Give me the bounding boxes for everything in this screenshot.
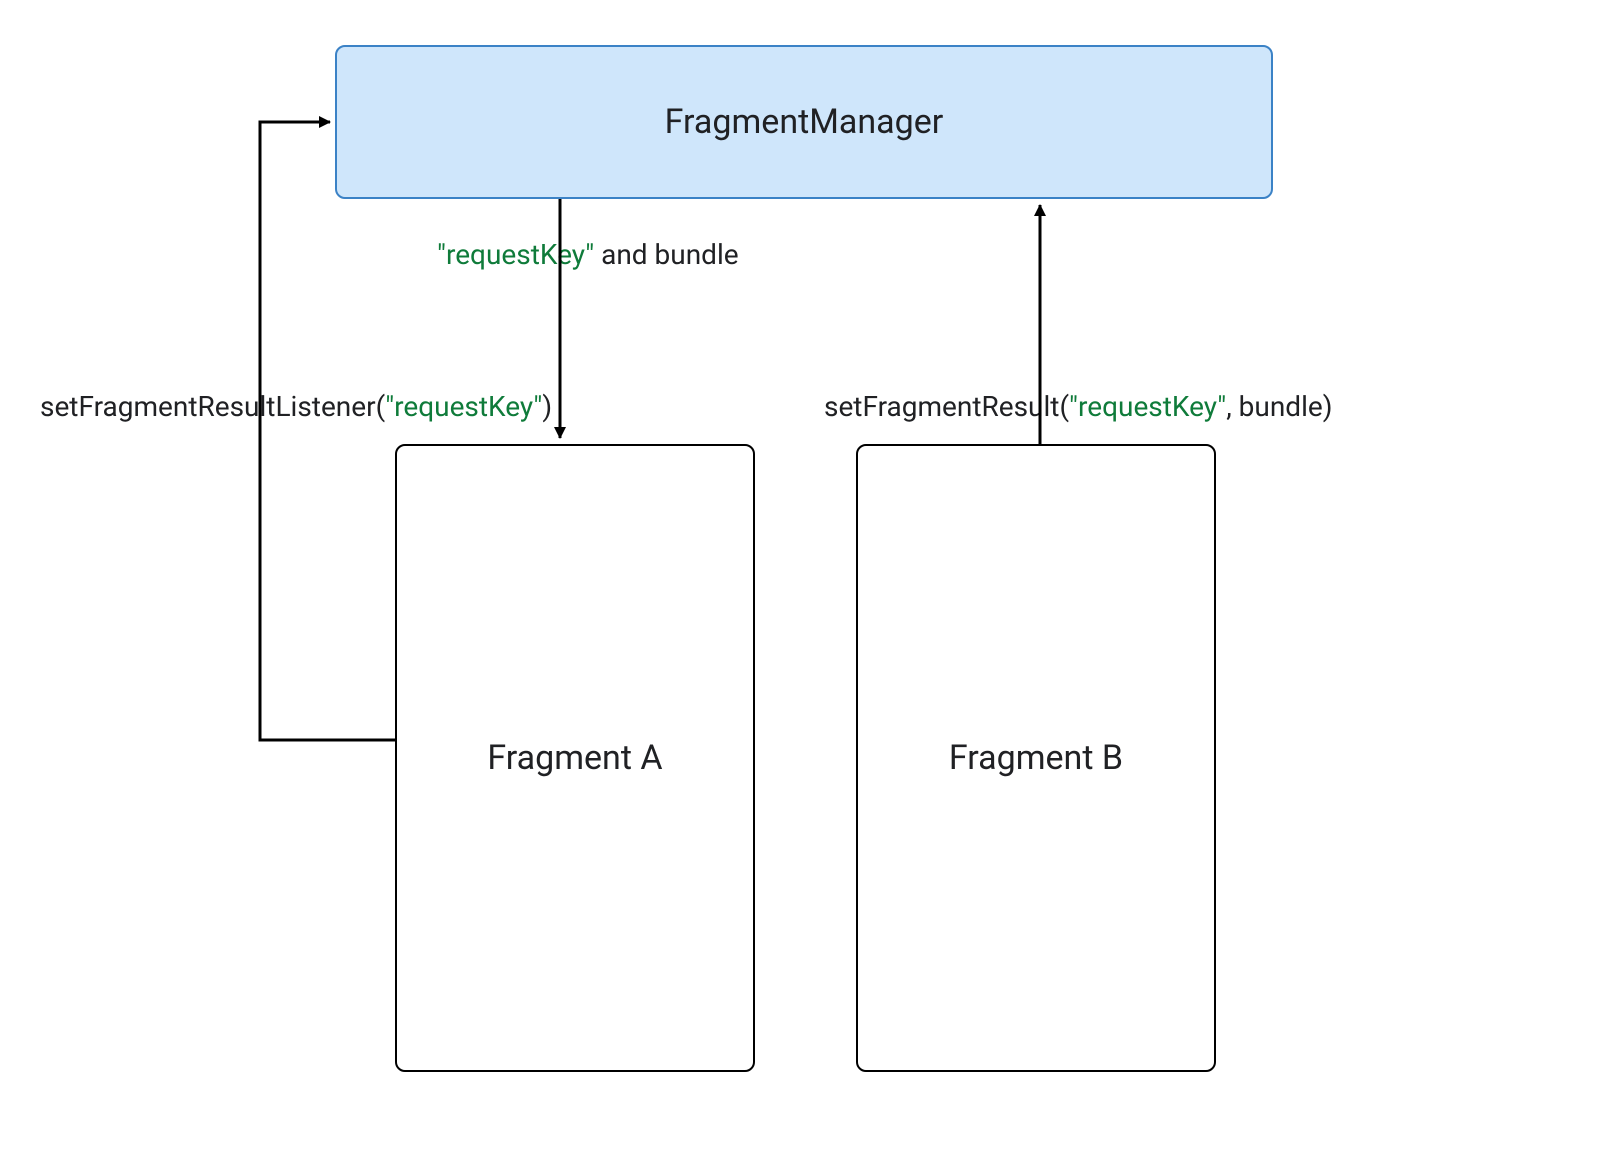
fragment-manager-title: FragmentManager xyxy=(665,102,944,142)
listener-prefix: setFragmentResultListener( xyxy=(40,390,385,423)
bundle-rest: and bundle xyxy=(594,238,738,271)
listener-key: "requestKey" xyxy=(385,390,542,423)
fragment-manager-box: FragmentManager xyxy=(335,45,1273,199)
listener-suffix: ) xyxy=(542,390,552,423)
fragment-b-title: Fragment B xyxy=(949,738,1123,778)
bundle-label: "requestKey" and bundle xyxy=(437,238,739,271)
fragment-b-box: Fragment B xyxy=(856,444,1216,1072)
result-suffix: , bundle) xyxy=(1226,390,1332,423)
fragment-a-title: Fragment A xyxy=(487,738,662,778)
result-key: "requestKey" xyxy=(1069,390,1226,423)
fragment-a-box: Fragment A xyxy=(395,444,755,1072)
bundle-key: "requestKey" xyxy=(437,238,594,271)
listener-label: setFragmentResultListener("requestKey") xyxy=(40,390,552,423)
result-label: setFragmentResult("requestKey", bundle) xyxy=(824,390,1333,423)
arrow-listener xyxy=(260,122,395,740)
result-prefix: setFragmentResult( xyxy=(824,390,1069,423)
